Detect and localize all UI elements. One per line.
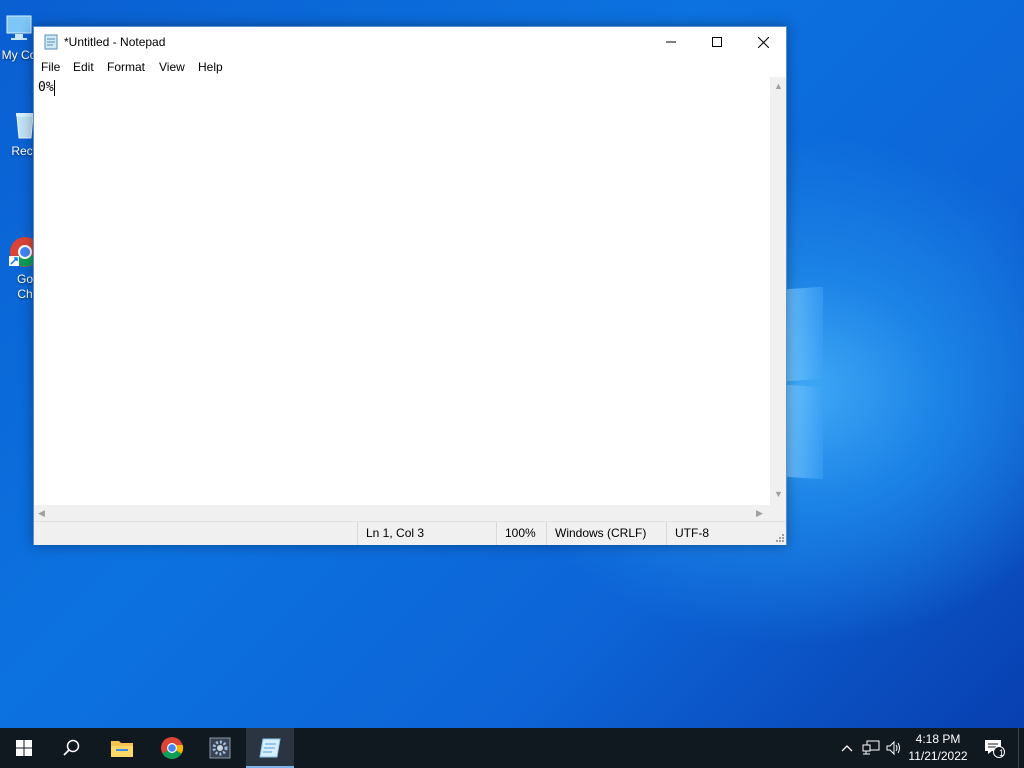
notification-count-badge: 1 bbox=[999, 748, 1005, 758]
settings-app-icon bbox=[209, 737, 231, 759]
taskbar-file-explorer[interactable] bbox=[98, 728, 146, 768]
maximize-icon bbox=[712, 37, 722, 47]
computer-icon bbox=[3, 12, 35, 44]
vertical-scrollbar[interactable]: ▲ ▼ bbox=[770, 77, 786, 505]
editor-content: 0% bbox=[38, 80, 54, 95]
menu-file[interactable]: File bbox=[41, 60, 60, 74]
scroll-right-icon[interactable]: ▶ bbox=[756, 508, 763, 519]
menu-edit[interactable]: Edit bbox=[73, 60, 94, 74]
taskbar: 4:18 PM 11/21/2022 1 bbox=[0, 728, 1024, 768]
clock-date: 11/21/2022 bbox=[908, 749, 968, 763]
notepad-window[interactable]: *Untitled - Notepad File Edit Format Vie… bbox=[33, 26, 787, 545]
resize-grip-icon[interactable] bbox=[774, 532, 784, 542]
notepad-icon bbox=[43, 34, 59, 50]
horizontal-scrollbar[interactable]: ◀ ▶ bbox=[34, 505, 770, 521]
volume-speaker-icon[interactable] bbox=[885, 739, 903, 757]
taskbar-chrome[interactable] bbox=[148, 728, 196, 768]
scroll-down-icon[interactable]: ▼ bbox=[774, 489, 783, 499]
status-cursor-position: Ln 1, Col 3 bbox=[357, 522, 497, 545]
network-icon[interactable] bbox=[862, 739, 880, 757]
menu-format[interactable]: Format bbox=[107, 60, 145, 74]
status-encoding: UTF-8 bbox=[666, 522, 770, 545]
menu-help[interactable]: Help bbox=[198, 60, 223, 74]
status-zoom: 100% bbox=[496, 522, 546, 545]
system-clock[interactable]: 4:18 PM 11/21/2022 bbox=[902, 731, 974, 765]
window-title: *Untitled - Notepad bbox=[64, 35, 166, 49]
menu-bar: File Edit Format View Help bbox=[34, 57, 786, 77]
file-explorer-icon bbox=[111, 741, 133, 757]
menu-view[interactable]: View bbox=[159, 60, 185, 74]
chrome-icon bbox=[161, 737, 184, 759]
show-hidden-icons-chevron-up-icon[interactable] bbox=[838, 739, 856, 757]
clock-time: 4:18 PM bbox=[915, 732, 961, 746]
start-icon bbox=[16, 740, 32, 756]
taskbar-notepad[interactable] bbox=[246, 728, 294, 768]
close-icon bbox=[757, 36, 769, 48]
show-desktop-button[interactable] bbox=[1018, 728, 1024, 768]
windows-logo-wallpaper bbox=[782, 286, 824, 483]
notepad-icon bbox=[259, 738, 281, 758]
minimize-button[interactable] bbox=[648, 27, 694, 57]
start-button[interactable] bbox=[0, 728, 48, 768]
scroll-up-icon[interactable]: ▲ bbox=[774, 81, 783, 91]
scroll-left-icon[interactable]: ◀ bbox=[38, 508, 45, 519]
minimize-icon bbox=[666, 41, 676, 43]
search-icon bbox=[63, 739, 80, 756]
text-editor[interactable]: 0% bbox=[34, 77, 770, 505]
desktop-icon-label: Go Ch bbox=[16, 272, 33, 301]
maximize-button[interactable] bbox=[694, 27, 740, 57]
status-bar: Ln 1, Col 3 100% Windows (CRLF) UTF-8 bbox=[34, 521, 786, 545]
action-center-button[interactable]: 1 bbox=[983, 739, 1007, 758]
search-button[interactable] bbox=[48, 728, 96, 768]
title-bar[interactable]: *Untitled - Notepad bbox=[34, 27, 786, 57]
taskbar-settings-app[interactable] bbox=[196, 728, 244, 768]
text-caret bbox=[54, 80, 55, 96]
status-line-ending: Windows (CRLF) bbox=[546, 522, 666, 545]
desktop-icon-label: My Co bbox=[1, 48, 37, 62]
close-button[interactable] bbox=[740, 27, 786, 57]
scroll-corner bbox=[770, 505, 786, 521]
